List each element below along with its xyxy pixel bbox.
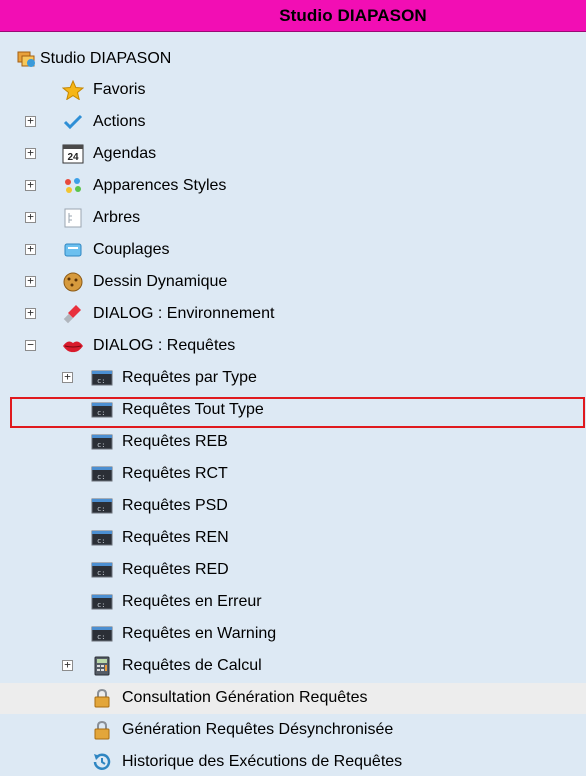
tree-node-requetes-psd[interactable]: c: Requêtes PSD <box>0 491 586 522</box>
tree-node-label: DIALOG : Environnement <box>93 305 275 322</box>
tree-node-label: Historique des Exécutions de Requêtes <box>122 753 403 770</box>
terminal-icon: c: <box>91 400 113 420</box>
tree-node-label: Arbres <box>93 209 141 226</box>
svg-text:c:: c: <box>97 441 105 449</box>
window-icon <box>62 240 84 260</box>
palette-icon <box>62 176 84 196</box>
tree-node-agendas[interactable]: + 24 Agendas <box>0 139 586 170</box>
history-icon <box>91 752 113 772</box>
star-icon <box>62 80 84 100</box>
tree-node-label: Favoris <box>93 81 146 98</box>
tree-node-dialog-requetes[interactable]: − DIALOG : Requêtes <box>0 331 586 362</box>
tree-node-label: Actions <box>93 113 146 130</box>
expand-toggle[interactable]: + <box>25 211 36 223</box>
padlock-icon <box>91 688 113 708</box>
tree-node-dessin-dynamique[interactable]: + Dessin Dynamique <box>0 267 586 298</box>
terminal-icon: c: <box>91 624 113 644</box>
navigation-tree: Studio DIAPASON Favoris + Actions + 24 A… <box>0 32 586 776</box>
tree-list-icon <box>62 208 84 228</box>
svg-text:c:: c: <box>97 473 105 481</box>
tree-node-requetes-en-erreur[interactable]: c: Requêtes en Erreur <box>0 587 586 618</box>
tree-node-requetes-de-calcul[interactable]: + Requêtes de Calcul <box>0 651 586 682</box>
svg-text:24: 24 <box>67 152 79 163</box>
tree-node-label: Requêtes RED <box>122 561 229 578</box>
expand-toggle[interactable]: + <box>25 147 36 159</box>
tree-node-label: DIALOG : Requêtes <box>93 337 236 354</box>
tree-node-label: Consultation Génération Requêtes <box>122 689 368 706</box>
tree-node-requetes-tout-type[interactable]: c: Requêtes Tout Type <box>0 395 586 426</box>
expand-toggle[interactable]: + <box>25 115 36 127</box>
tree-node-arbres[interactable]: + Arbres <box>0 203 586 234</box>
tree-node-label: Apparences Styles <box>93 177 227 194</box>
svg-text:c:: c: <box>97 633 105 641</box>
svg-text:c:: c: <box>97 537 105 545</box>
tree-node-label: Couplages <box>93 241 170 258</box>
terminal-icon: c: <box>91 560 113 580</box>
tree-node-requetes-en-warning[interactable]: c: Requêtes en Warning <box>0 619 586 650</box>
collapse-toggle[interactable]: − <box>25 339 36 351</box>
expand-toggle[interactable]: + <box>62 659 73 671</box>
tree-node-requetes-reb[interactable]: c: Requêtes REB <box>0 427 586 458</box>
tree-node-studio-diapason[interactable]: Studio DIAPASON <box>0 44 586 75</box>
tree-node-consultation-generation-requetes[interactable]: Consultation Génération Requêtes <box>0 683 586 714</box>
tree-node-label: Requêtes en Erreur <box>122 593 262 610</box>
svg-text:c:: c: <box>97 409 105 417</box>
calculator-icon <box>91 656 113 676</box>
tree-node-label: Génération Requêtes Désynchronisée <box>122 721 394 738</box>
tree-node-requetes-par-type[interactable]: + c: Requêtes par Type <box>0 363 586 394</box>
svg-text:c:: c: <box>97 377 105 385</box>
tree-node-label: Requêtes RCT <box>122 465 228 482</box>
tree-node-requetes-ren[interactable]: c: Requêtes REN <box>0 523 586 554</box>
tree-node-apparences-styles[interactable]: + Apparences Styles <box>0 171 586 202</box>
terminal-icon: c: <box>91 496 113 516</box>
expand-toggle[interactable]: + <box>25 243 36 255</box>
tree-node-label: Agendas <box>93 145 157 162</box>
tree-node-label: Requêtes Tout Type <box>122 401 264 418</box>
terminal-icon: c: <box>91 464 113 484</box>
svg-text:c:: c: <box>97 601 105 609</box>
svg-text:c:: c: <box>97 505 105 513</box>
tree-node-label: Requêtes REN <box>122 529 229 546</box>
tree-node-label: Studio DIAPASON <box>40 50 172 67</box>
tree-node-dialog-environnement[interactable]: + DIALOG : Environnement <box>0 299 586 330</box>
padlock-icon <box>91 720 113 740</box>
svg-text:c:: c: <box>97 569 105 577</box>
calendar-icon: 24 <box>62 144 84 164</box>
tree-node-favoris[interactable]: Favoris <box>0 75 586 106</box>
tree-node-actions[interactable]: + Actions <box>0 107 586 138</box>
panel-title: Studio DIAPASON <box>279 6 427 25</box>
lipstick-icon <box>62 304 84 324</box>
tree-node-label: Requêtes REB <box>122 433 228 450</box>
terminal-icon: c: <box>91 592 113 612</box>
expand-toggle[interactable]: + <box>62 371 73 383</box>
expand-toggle[interactable]: + <box>25 275 36 287</box>
tree-panel: Studio DIAPASON Studio DIAPASON Favoris … <box>0 0 586 776</box>
tree-node-label: Requêtes PSD <box>122 497 228 514</box>
panel-title-bar: Studio DIAPASON <box>0 0 586 32</box>
tree-node-label: Requêtes en Warning <box>122 625 277 642</box>
expand-toggle[interactable]: + <box>25 307 36 319</box>
tree-node-requetes-red[interactable]: c: Requêtes RED <box>0 555 586 586</box>
terminal-icon: c: <box>91 528 113 548</box>
studio-diapason-icon <box>16 49 38 69</box>
terminal-icon: c: <box>91 368 113 388</box>
tree-node-couplages[interactable]: + Couplages <box>0 235 586 266</box>
tree-node-generation-requetes-desynchronisee[interactable]: Génération Requêtes Désynchronisée <box>0 715 586 746</box>
tree-node-label: Dessin Dynamique <box>93 273 228 290</box>
lips-icon <box>62 336 84 356</box>
expand-toggle[interactable]: + <box>25 179 36 191</box>
tree-node-historique-executions-requetes[interactable]: Historique des Exécutions de Requêtes <box>0 747 586 778</box>
checkmark-icon <box>62 112 84 132</box>
tree-node-label: Requêtes par Type <box>122 369 257 386</box>
cookie-icon <box>62 272 84 292</box>
tree-node-requetes-rct[interactable]: c: Requêtes RCT <box>0 459 586 490</box>
terminal-icon: c: <box>91 432 113 452</box>
tree-node-label: Requêtes de Calcul <box>122 657 262 674</box>
